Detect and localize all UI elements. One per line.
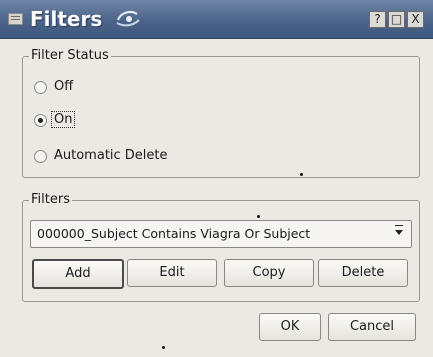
ok-button[interactable]: OK [259, 313, 321, 341]
cancel-button[interactable]: Cancel [328, 313, 416, 341]
radio-on-label[interactable]: On [51, 111, 76, 128]
radio-on-focus-text[interactable]: On [51, 111, 76, 128]
screen-speck [257, 215, 260, 218]
screen-speck [162, 346, 165, 349]
title-bar[interactable]: Filters ? □ X [0, 0, 433, 39]
maximize-button[interactable]: □ [388, 11, 405, 28]
radio-off-indicator[interactable] [34, 81, 47, 94]
copy-button[interactable]: Copy [224, 259, 314, 287]
radio-automatic-delete-label[interactable]: Automatic Delete [54, 148, 168, 163]
filters-legend: Filters [29, 192, 72, 207]
dropdown-arrow-icon[interactable] [395, 225, 403, 235]
filter-select[interactable]: 000000_Subject Contains Viagra Or Subjec… [30, 220, 412, 248]
app-logo-icon [116, 11, 140, 27]
edit-button[interactable]: Edit [127, 259, 217, 287]
close-button[interactable]: X [407, 11, 424, 28]
filter-select-value[interactable]: 000000_Subject Contains Viagra Or Subjec… [37, 226, 310, 241]
window-title: Filters [30, 7, 103, 31]
filters-dialog: Filters ? □ X Filter Status Off On Autom… [0, 0, 433, 357]
radio-off-label[interactable]: Off [54, 79, 73, 94]
delete-button[interactable]: Delete [318, 259, 408, 287]
radio-on-indicator[interactable] [34, 114, 47, 127]
radio-automatic-delete-indicator[interactable] [34, 150, 47, 163]
filter-status-legend: Filter Status [29, 48, 111, 63]
help-button[interactable]: ? [369, 11, 386, 28]
window-menu-icon[interactable] [8, 13, 23, 25]
screen-speck [300, 173, 303, 176]
add-button[interactable]: Add [32, 259, 124, 289]
